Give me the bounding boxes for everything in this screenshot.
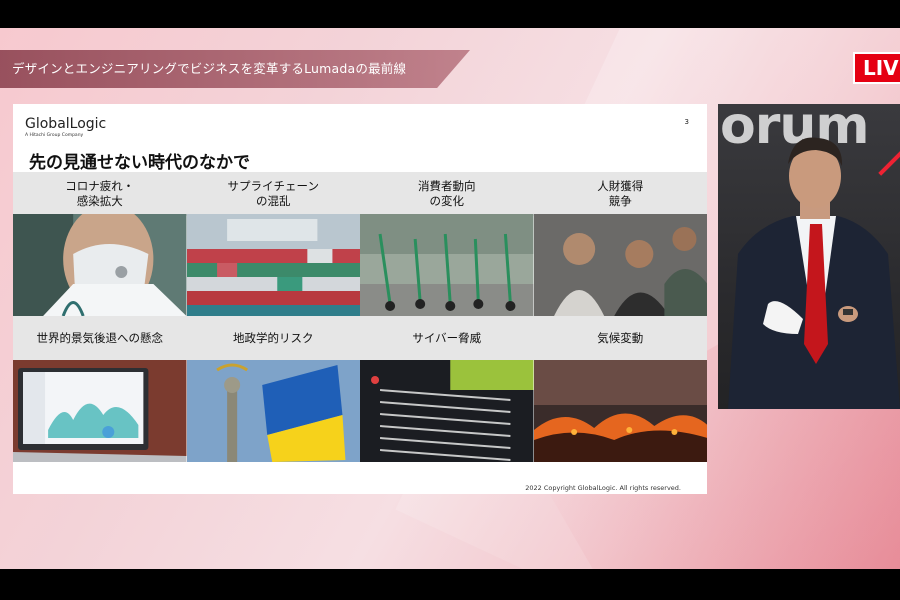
logo-wordmark: GlobalLogic	[25, 116, 107, 132]
masked-doctor-image	[13, 214, 187, 316]
slide-heading: 先の見通せない時代のなかで	[29, 153, 250, 173]
globallogic-logo: GlobalLogic A Hitachi Group Company	[25, 116, 106, 138]
category-label: 気候変動	[597, 330, 644, 345]
logo-tagline: A Hitachi Group Company	[25, 133, 84, 138]
image-row-2	[13, 360, 707, 462]
session-title-bar: デザインとエンジニアリングでビジネスを変革するLumadaの最前線	[0, 50, 470, 88]
ukraine-flag-statue-image	[186, 360, 360, 462]
young-people-meeting-image	[533, 214, 707, 316]
laptop-dashboard-image	[13, 360, 187, 462]
category-label: サイバー脅威	[412, 330, 482, 345]
presentation-slide: GlobalLogic A Hitachi Group Company 3 先の…	[13, 104, 707, 494]
category-label: サプライチェーン の混乱	[227, 179, 319, 208]
slide-page-number: 3	[684, 118, 689, 126]
electric-scooters-image	[360, 214, 534, 316]
category-row-2: 世界的景気後退への懸念 地政学的リスク サイバー脅威 気候変動	[13, 316, 707, 360]
live-badge: LIVE	[853, 52, 900, 84]
category-label: コロナ疲れ・ 感染拡大	[65, 179, 135, 208]
live-label: LIVE	[863, 56, 900, 80]
image-row-1	[13, 214, 707, 316]
speaker-camera-feed: orum	[718, 104, 900, 409]
speaker-figure	[728, 137, 900, 409]
slide-copyright: 2022 Copyright GlobalLogic. All rights r…	[525, 484, 681, 492]
cyber-code-screen-image	[360, 360, 534, 462]
session-title: デザインとエンジニアリングでビジネスを変革するLumadaの最前線	[12, 61, 407, 76]
wildfire-image	[533, 360, 707, 462]
category-label: 消費者動向 の変化	[418, 179, 476, 208]
category-label: 地政学的リスク	[233, 330, 314, 345]
shipping-containers-image	[186, 214, 360, 316]
category-label: 人財獲得 競争	[597, 179, 644, 208]
category-row-1: コロナ疲れ・ 感染拡大 サプライチェーン の混乱 消費者動向 の変化 人財獲得 …	[13, 172, 707, 216]
category-label: 世界的景気後退への懸念	[36, 330, 164, 345]
